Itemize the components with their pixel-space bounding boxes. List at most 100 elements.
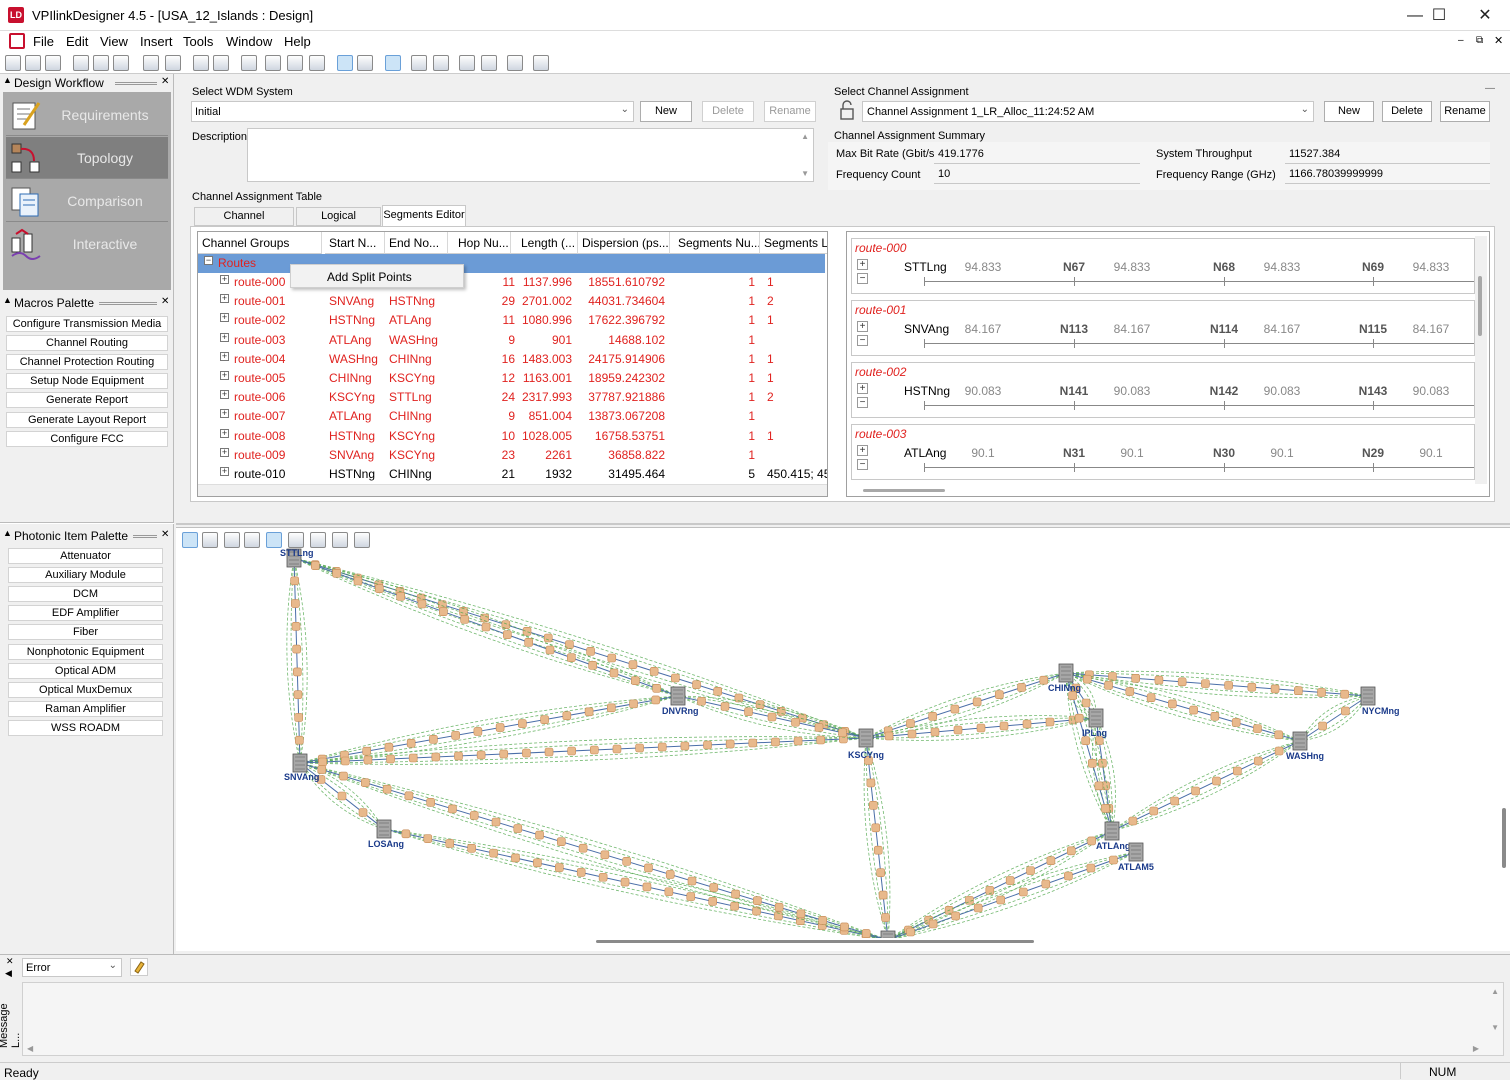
amplifier-node[interactable] [816,735,826,745]
scroll-down-icon[interactable]: ▼ [1491,1023,1499,1032]
table-row[interactable]: + route-006 KSCYng STTLng 24 2317.993 37787.92… [198,388,824,407]
segment-route-box[interactable]: route-000 + − STTLng 94.833 94.833 94.833 94.83… [851,238,1475,294]
zoom-out-icon[interactable] [309,55,325,71]
fit-view-icon[interactable] [241,55,257,71]
roadm-node[interactable] [858,728,874,748]
fiber-link[interactable] [888,830,1113,938]
photonic-fiber[interactable]: Fiber [8,624,163,640]
roadm-node[interactable] [1360,686,1376,706]
ungroup-icon[interactable] [213,55,229,71]
photonic-auxiliary-module[interactable]: Auxiliary Module [8,567,163,583]
description-textarea[interactable]: ▲ ▼ [247,128,814,182]
amplifier-node[interactable] [709,883,719,892]
draw-fiber-icon[interactable] [224,532,240,548]
save-icon[interactable] [45,55,61,71]
help-context-icon[interactable] [533,55,549,71]
amplifier-node[interactable] [406,738,416,748]
table-row[interactable]: + route-004 WASHng CHINng 16 1483.003 24175.91… [198,350,824,369]
amplifier-node[interactable] [1109,855,1118,865]
topology-view-icon[interactable] [337,55,353,71]
amplifier-node[interactable] [339,771,348,781]
menu-tools[interactable]: Tools [183,34,213,49]
topology-map[interactable]: STTLng SNVAng LOSAng DNVRng KSCYng CHINng IPLn… [176,527,1510,951]
amplifier-node[interactable] [972,697,982,707]
amplifier-node[interactable] [588,661,597,670]
message-list[interactable]: ▲ ▼ ◀ ▶ [22,982,1504,1056]
amplifier-node[interactable] [1274,746,1284,756]
map-hscrollbar[interactable] [596,940,1034,943]
amplifier-node[interactable] [642,882,652,892]
segments-hscrollbar[interactable] [847,484,1475,494]
amplifier-node[interactable] [555,863,564,872]
table-view-icon[interactable] [385,55,401,71]
amplifier-node[interactable] [489,848,498,858]
amplifier-node[interactable] [292,644,301,654]
mdi-minimize-icon[interactable]: – [1458,35,1464,46]
amplifier-node[interactable] [499,749,509,759]
amplifier-node[interactable] [584,707,594,717]
amplifier-node[interactable] [774,902,784,912]
macro-setup-node-equipment[interactable]: Setup Node Equipment [6,373,168,389]
amplifier-node[interactable] [503,630,512,639]
amplifier-node[interactable] [401,829,411,839]
amplifier-node[interactable] [635,743,644,753]
amplifier-node[interactable] [1253,756,1263,766]
amplifier-node[interactable] [1005,876,1015,885]
photonic-raman-amplifier[interactable]: Raman Amplifier [8,701,163,717]
amplifier-node[interactable] [1086,863,1096,873]
amplifier-node[interactable] [1045,717,1055,727]
collapse-icon[interactable]: − [857,273,868,284]
amplifier-node[interactable] [697,696,706,706]
amplifier-node[interactable] [1212,776,1221,786]
amplifier-node[interactable] [598,872,608,882]
amplifier-node[interactable] [1294,686,1303,695]
amplifier-node[interactable] [439,607,448,616]
amplifier-node[interactable] [631,676,640,685]
expand-row-icon[interactable]: + [220,428,229,438]
amplifier-node[interactable] [417,599,427,609]
workflow-topology[interactable]: Topology [6,137,168,179]
amplifier-node[interactable] [814,723,824,732]
amplifier-node[interactable] [1101,804,1110,813]
col-segments-number[interactable]: Segments Nu... [670,232,760,254]
amplifier-node[interactable] [652,684,661,693]
macro-generate-layout-report[interactable]: Generate Layout Report [6,412,168,428]
amplifier-node[interactable] [535,830,544,840]
workflow-requirements[interactable]: Requirements [6,94,168,136]
menu-edit[interactable]: Edit [66,34,88,49]
amplifier-node[interactable] [906,719,915,728]
amplifier-node[interactable] [720,702,730,711]
fiber-link[interactable] [1065,672,1113,832]
amplifier-node[interactable] [1094,781,1104,791]
amplifier-node[interactable] [363,755,373,765]
amplifier-node[interactable] [337,791,347,801]
amplifier-node[interactable] [866,778,876,788]
amplifier-node[interactable] [557,837,566,846]
amplifier-node[interactable] [518,719,527,728]
amplifier-node[interactable] [1066,846,1076,856]
amplifier-node[interactable] [620,877,630,887]
workflow-close-icon[interactable]: ✕ [161,76,169,87]
amplifier-node[interactable] [629,699,638,709]
photonic-optical-adm[interactable]: Optical ADM [8,663,163,679]
expand-row-icon[interactable]: + [220,467,229,476]
tab-channel-parameters[interactable]: Channel Parameters [194,207,294,239]
segment-route-box[interactable]: route-003 + − ATLAng 90.1 90.1 90.1 90.1 N31 N30 N… [851,424,1475,480]
amplifier-node[interactable] [1170,796,1179,806]
amplifier-node[interactable] [576,868,586,877]
amplifier-node[interactable] [753,896,762,905]
segments-vscrollbar[interactable] [1475,236,1487,484]
amplifier-node[interactable] [513,824,523,833]
photonic-attenuator[interactable]: Attenuator [8,548,163,564]
fiber-link[interactable] [888,851,1137,938]
amplifier-node[interactable] [1168,699,1177,709]
draw-corner-icon[interactable] [288,532,304,548]
amplifier-node[interactable] [1022,719,1032,729]
amplifier-node[interactable] [703,740,712,750]
menu-insert[interactable]: Insert [140,34,173,49]
amplifier-node[interactable] [767,712,777,722]
amplifier-node[interactable] [1074,713,1084,723]
zoom-in-icon[interactable] [287,55,303,71]
amplifier-node[interactable] [1318,721,1327,731]
amplifier-node[interactable] [1026,866,1035,875]
